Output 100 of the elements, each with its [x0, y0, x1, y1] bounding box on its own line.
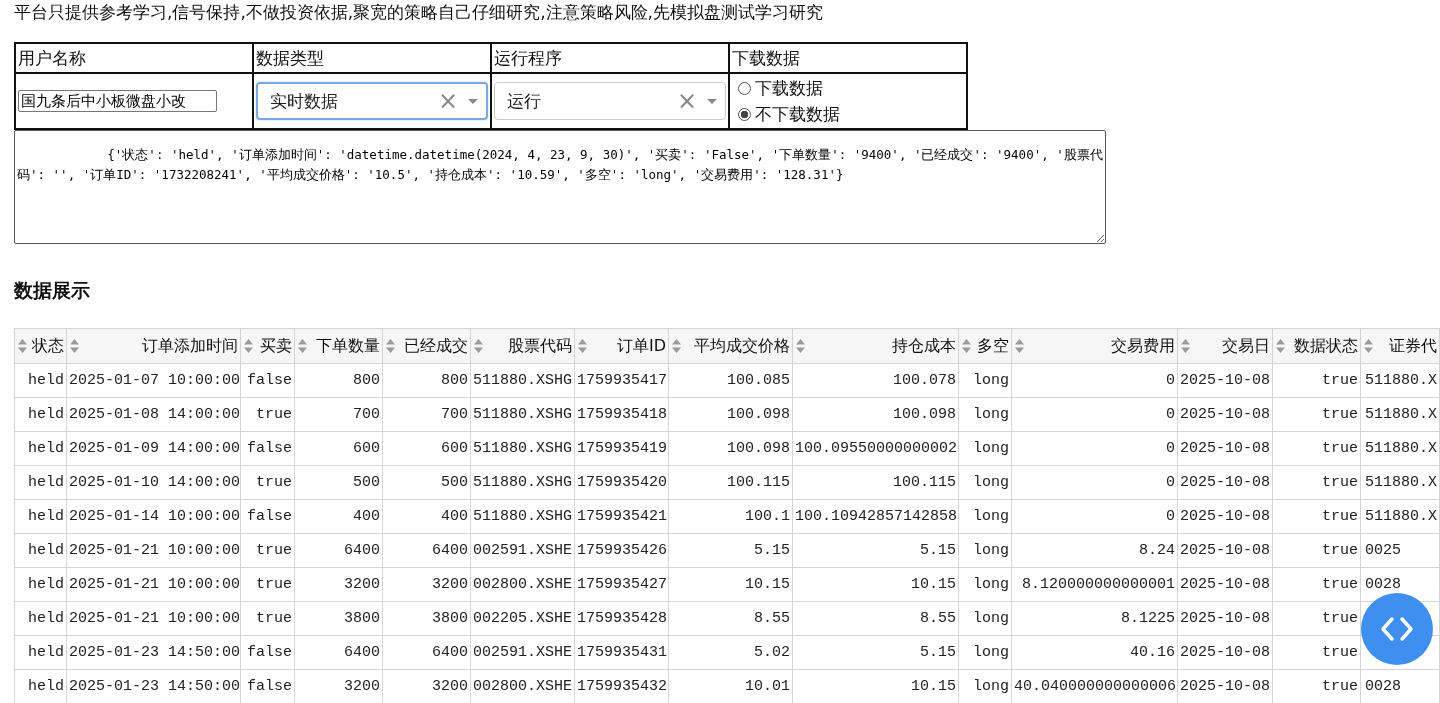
table-cell: 2025-10-08 — [1177, 499, 1273, 534]
table-cell: 511880.XSHG — [470, 397, 575, 432]
table-cell: 002800.XSHE — [470, 567, 575, 602]
column-header[interactable]: 已经成交 — [382, 328, 471, 364]
column-header-text: 订单添加时间 — [142, 335, 238, 357]
column-header[interactable]: 数据状态 — [1272, 328, 1361, 364]
table-cell: long — [958, 635, 1012, 670]
sort-icon[interactable] — [1276, 339, 1285, 353]
notice-text: 平台只提供参考学习,信号保持,不做投资依据,聚宽的策略自己仔细研究,注意策略风险,先模拟盘测试学习研究 — [14, 1, 825, 24]
table-cell: 100.098 — [668, 431, 793, 466]
table-cell: 8.1225 — [1011, 601, 1178, 636]
table-cell: 1759935417 — [574, 363, 669, 398]
column-header-text: 交易费用 — [1111, 335, 1175, 357]
column-header-text: 多空 — [977, 335, 1009, 357]
username-field[interactable]: 国九条后中小板微盘小改 — [18, 90, 217, 112]
table-cell: 6400 — [382, 533, 471, 568]
sort-icon[interactable] — [474, 339, 483, 353]
column-header[interactable]: 状态 — [14, 328, 67, 364]
table-cell: 700 — [382, 397, 471, 432]
column-header[interactable]: 订单添加时间 — [66, 328, 241, 364]
table-cell: long — [958, 431, 1012, 466]
radio-button[interactable] — [738, 107, 751, 121]
sort-icon[interactable] — [1364, 339, 1373, 353]
table-cell: 2025-10-08 — [1177, 363, 1273, 398]
table-cell: 500 — [294, 465, 383, 500]
dropdown-value: 实时数据 — [270, 89, 339, 113]
table-cell: 2025-10-08 — [1177, 567, 1273, 602]
table-cell: long — [958, 397, 1012, 432]
code-icon — [1380, 616, 1414, 642]
table-cell: 500 — [382, 465, 471, 500]
table-cell: true — [240, 567, 295, 602]
table-cell: 6400 — [294, 635, 383, 670]
sort-icon[interactable] — [18, 339, 27, 353]
radio-label[interactable]: 下载数据 — [755, 76, 823, 100]
table-cell: 5.15 — [668, 533, 793, 568]
table-cell: 511880.X — [1360, 465, 1440, 500]
table-cell: 10.15 — [792, 567, 959, 602]
column-header[interactable]: 持仓成本 — [792, 328, 959, 364]
column-header[interactable]: 多空 — [958, 328, 1012, 364]
table-cell: 511880.X — [1360, 499, 1440, 534]
column-header-text: 数据状态 — [1294, 335, 1358, 357]
table-cell: 8.55 — [668, 601, 793, 636]
table-cell: 2025-01-08 14:00:00 — [66, 397, 241, 432]
table-cell: long — [958, 499, 1012, 534]
table-cell: 8.120000000000001 — [1011, 567, 1178, 602]
table-cell: long — [958, 567, 1012, 602]
sort-icon[interactable] — [1181, 339, 1190, 353]
clear-icon[interactable]: × — [437, 91, 458, 111]
sort-icon[interactable] — [244, 339, 253, 353]
column-header-text: 买卖 — [260, 335, 292, 357]
dropdown[interactable]: 运行 × — [494, 82, 726, 120]
table-cell: 8.24 — [1011, 533, 1178, 568]
column-header[interactable]: 买卖 — [240, 328, 295, 364]
sort-icon[interactable] — [298, 339, 307, 353]
table-cell: held — [14, 533, 67, 568]
table-cell: 3800 — [294, 601, 383, 636]
table-cell: 2025-10-08 — [1177, 397, 1273, 432]
sort-icon[interactable] — [962, 339, 971, 353]
table-cell: 2025-01-09 14:00:00 — [66, 431, 241, 466]
column-header-text: 状态 — [32, 335, 64, 357]
table-cell: 5.15 — [792, 533, 959, 568]
table-cell: true — [240, 533, 295, 568]
column-header-text: 订单ID — [616, 335, 666, 357]
table-cell: 5.15 — [792, 635, 959, 670]
table-cell: 6400 — [294, 533, 383, 568]
sort-icon[interactable] — [578, 339, 587, 353]
sort-icon[interactable] — [672, 339, 681, 353]
sort-icon[interactable] — [70, 339, 79, 353]
column-header[interactable]: 下单数量 — [294, 328, 383, 364]
table-cell: 002591.XSHE — [470, 533, 575, 568]
table-cell: 2025-01-21 10:00:00 — [66, 533, 241, 568]
dropdown[interactable]: 实时数据 × — [256, 82, 488, 120]
sort-icon[interactable] — [796, 339, 805, 353]
column-header[interactable]: 证券代 — [1360, 328, 1440, 364]
table-cell: held — [14, 601, 67, 636]
table-cell: held — [14, 567, 67, 602]
column-header-text: 交易日 — [1222, 335, 1270, 357]
table-cell: 40.16 — [1011, 635, 1178, 670]
output-textarea[interactable]: {'状态': 'held', '订单添加时间': 'datetime.datetime(2024, 4, 23, 9, 30)', '买卖': 'False', '下单数量': '9400', '已经成交': '9400', '股票代码': '', '订单ID': '1732208241', '平均成交价格': '10.5', '持仓成本': '10.59', '多空': 'long', '交易费用': '128.31'} — [14, 130, 1106, 244]
clear-icon[interactable]: × — [676, 91, 697, 111]
column-header[interactable]: 平均成交价格 — [668, 328, 793, 364]
table-cell: 511880.X — [1360, 431, 1440, 466]
table-cell: 2025-10-08 — [1177, 533, 1273, 568]
table-cell: held — [14, 499, 67, 534]
table-cell: 511880.XSHG — [470, 499, 575, 534]
table-cell: 100.085 — [668, 363, 793, 398]
radio-label[interactable]: 不下载数据 — [755, 102, 840, 126]
table-cell: 2025-10-08 — [1177, 635, 1273, 670]
form-header: 用户名称 — [15, 43, 253, 73]
column-header[interactable]: 交易费用 — [1011, 328, 1178, 364]
column-header[interactable]: 股票代码 — [470, 328, 575, 364]
sort-icon[interactable] — [1015, 339, 1024, 353]
table-cell: false — [240, 635, 295, 670]
column-header[interactable]: 交易日 — [1177, 328, 1273, 364]
column-header[interactable]: 订单ID — [574, 328, 669, 364]
table-cell: 100.1 — [668, 499, 793, 534]
sort-icon[interactable] — [386, 339, 395, 353]
table-cell: 511880.XSHG — [470, 465, 575, 500]
table-cell: 0 — [1011, 499, 1178, 534]
table-cell: true — [1272, 397, 1361, 432]
